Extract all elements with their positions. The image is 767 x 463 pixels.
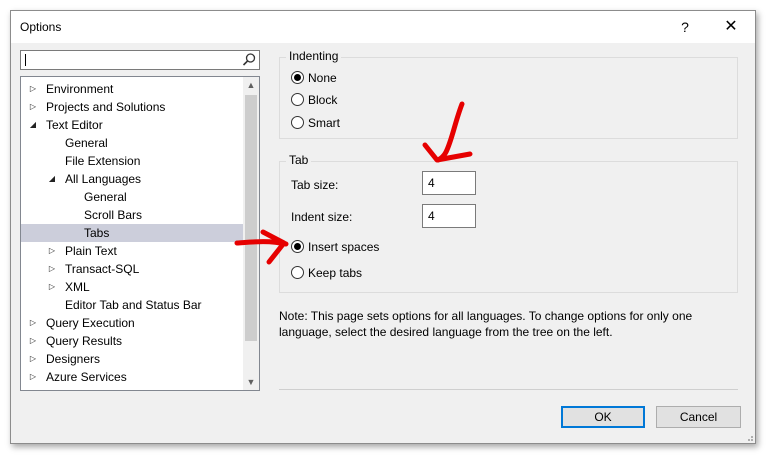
tree-item-label: Tabs (84, 226, 110, 240)
radio-label: Block (308, 93, 338, 107)
search-input[interactable] (20, 50, 260, 70)
tab-group-title: Tab (286, 153, 312, 167)
scroll-up-icon[interactable]: ▲ (243, 77, 259, 93)
tree-item-label: Editor Tab and Status Bar (65, 298, 202, 312)
close-button[interactable]: ✕ (711, 11, 751, 43)
tree-scrollbar[interactable]: ▲ ▼ (243, 77, 259, 390)
expand-arrow-icon[interactable]: ▷ (28, 314, 38, 332)
tree-item-label: File Extension (65, 154, 141, 168)
tree-item-label: Text Editor (46, 118, 103, 132)
indenting-group: Indenting None Block Smart (279, 49, 738, 139)
tree-item-label: General (84, 190, 127, 204)
tree-item-label: Query Results (46, 334, 123, 348)
scroll-down-icon[interactable]: ▼ (243, 374, 259, 390)
radio-insert-spaces[interactable]: Insert spaces (291, 238, 379, 256)
radio-button[interactable] (291, 93, 304, 106)
indent-size-input[interactable]: 4 (422, 204, 476, 228)
tree-item-general-languages[interactable]: General (84, 188, 127, 206)
window-title: Options (20, 20, 62, 34)
expand-arrow-icon[interactable]: ▷ (28, 368, 38, 386)
help-button[interactable]: ? (665, 11, 705, 43)
tree-item-label: Projects and Solutions (46, 100, 166, 114)
tree-item-label: Transact-SQL (65, 262, 140, 276)
expand-arrow-icon[interactable]: ▷ (47, 278, 57, 296)
tree-item-label: Query Execution (46, 316, 135, 330)
search-icon[interactable] (241, 52, 257, 68)
collapse-arrow-icon[interactable]: ◢ (28, 116, 38, 134)
tree-item-scroll-bars[interactable]: Scroll Bars (84, 206, 142, 224)
expand-arrow-icon[interactable]: ▷ (28, 80, 38, 98)
title-bar: Options ? ✕ (11, 11, 755, 43)
note-text: Note: This page sets options for all lan… (279, 309, 693, 339)
tree-item-file-extension[interactable]: File Extension (65, 152, 140, 170)
tab-size-label: Tab size: (291, 178, 339, 192)
radio-block[interactable]: Block (291, 91, 337, 109)
scroll-thumb[interactable] (245, 95, 257, 341)
ok-button[interactable]: OK (561, 406, 645, 428)
collapse-arrow-icon[interactable]: ◢ (47, 170, 57, 188)
cancel-button[interactable]: Cancel (656, 406, 741, 428)
tree-item-label: Scroll Bars (84, 208, 143, 222)
tree-item-general[interactable]: General (65, 134, 108, 152)
expand-arrow-icon[interactable]: ▷ (28, 332, 38, 350)
expand-arrow-icon[interactable]: ▷ (28, 98, 38, 116)
expand-arrow-icon[interactable]: ▷ (47, 260, 57, 278)
radio-label: Smart (308, 116, 341, 130)
tree-item-label: Plain Text (65, 244, 117, 258)
tree-item-label: All Languages (65, 172, 142, 186)
options-tree[interactable]: ▷ Environment ▷ Projects and Solutions ◢… (20, 76, 260, 391)
radio-label: Insert spaces (308, 240, 380, 254)
radio-button[interactable] (291, 240, 304, 253)
radio-button[interactable] (291, 71, 304, 84)
radio-button[interactable] (291, 266, 304, 279)
radio-label: None (308, 71, 337, 85)
expand-arrow-icon[interactable]: ▷ (47, 242, 57, 260)
tree-item-label: Azure Services (46, 370, 127, 384)
tree-item-tabs[interactable]: Tabs (21, 224, 243, 242)
expand-arrow-icon[interactable]: ▷ (28, 350, 38, 368)
radio-keep-tabs[interactable]: Keep tabs (291, 264, 362, 282)
tree-item-label: XML (65, 280, 90, 294)
tree-item-label: Designers (46, 352, 101, 366)
radio-smart[interactable]: Smart (291, 114, 340, 132)
tree-item-label: General (65, 136, 108, 150)
indent-size-label: Indent size: (291, 210, 353, 224)
tree-item-editor-tab-and-status-bar[interactable]: Editor Tab and Status Bar (65, 296, 202, 314)
tab-size-input[interactable]: 4 (422, 171, 476, 195)
separator (279, 389, 738, 390)
radio-button[interactable] (291, 116, 304, 129)
text-caret (25, 54, 26, 66)
resize-grip-icon[interactable] (744, 432, 754, 442)
tab-group: Tab Tab size: 4 Indent size: 4 Insert sp… (279, 153, 738, 293)
radio-label: Keep tabs (308, 266, 363, 280)
indenting-group-title: Indenting (286, 49, 342, 63)
options-dialog: Options ? ✕ ▷ Environment ▷ Projects and… (10, 10, 756, 444)
radio-none[interactable]: None (291, 69, 337, 87)
tree-item-label: Environment (46, 82, 114, 96)
